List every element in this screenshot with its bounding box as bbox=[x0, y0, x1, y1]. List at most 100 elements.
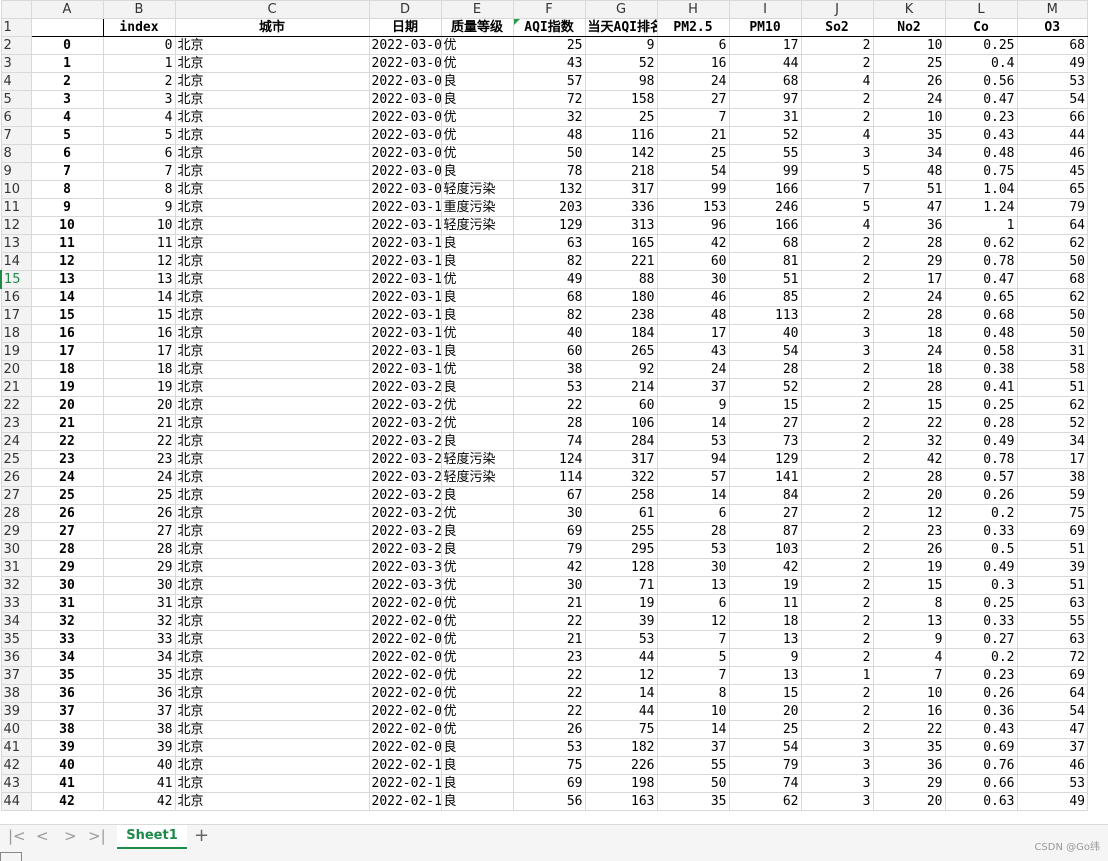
row-number[interactable]: 6 bbox=[0, 108, 32, 127]
cell[interactable]: 优 bbox=[440, 666, 514, 685]
cell[interactable]: 56 bbox=[512, 792, 586, 811]
cell[interactable]: 19 bbox=[30, 378, 104, 397]
cell[interactable]: 2 bbox=[800, 306, 874, 325]
cell[interactable]: 北京 bbox=[174, 36, 370, 55]
row-number[interactable]: 34 bbox=[0, 612, 32, 631]
cell[interactable]: 42 bbox=[872, 450, 946, 469]
cell[interactable]: 51 bbox=[728, 270, 802, 289]
cell[interactable]: 30 bbox=[30, 576, 104, 595]
cell[interactable]: 6 bbox=[656, 36, 730, 55]
cell[interactable]: 317 bbox=[584, 450, 658, 469]
cell[interactable]: 2022-03-09 00:00:00 bbox=[368, 180, 442, 199]
cell[interactable]: 北京 bbox=[174, 648, 370, 667]
cell[interactable]: 28 bbox=[30, 540, 104, 559]
cell[interactable]: 2 bbox=[800, 54, 874, 73]
row-number[interactable]: 36 bbox=[0, 648, 32, 667]
cell[interactable]: 2022-03-27 00:00:00 bbox=[368, 504, 442, 523]
cell[interactable]: 22 bbox=[872, 414, 946, 433]
cell[interactable]: 良 bbox=[440, 288, 514, 307]
cell[interactable]: 轻度污染 bbox=[440, 216, 514, 235]
cell[interactable]: 北京 bbox=[174, 90, 370, 109]
cell[interactable]: 2022-02-01 00:00:00 bbox=[368, 594, 442, 613]
cell[interactable]: 2022-03-06 00:00:00 bbox=[368, 126, 442, 145]
cell[interactable]: 2022-03-11 00:00:00 bbox=[368, 216, 442, 235]
cell[interactable]: 72 bbox=[512, 90, 586, 109]
cell[interactable]: 18 bbox=[728, 612, 802, 631]
cell[interactable]: 优 bbox=[440, 630, 514, 649]
cell[interactable]: 75 bbox=[512, 756, 586, 775]
cell[interactable]: 良 bbox=[440, 756, 514, 775]
cell[interactable]: 20 bbox=[728, 702, 802, 721]
column-header-l[interactable]: L bbox=[944, 0, 1018, 19]
cell[interactable]: 128 bbox=[584, 558, 658, 577]
cell[interactable]: 46 bbox=[656, 288, 730, 307]
cell[interactable]: 142 bbox=[584, 144, 658, 163]
cell[interactable]: 44 bbox=[728, 54, 802, 73]
cell[interactable]: 6 bbox=[656, 594, 730, 613]
cell[interactable]: 北京 bbox=[174, 126, 370, 145]
cell[interactable]: 12 bbox=[30, 252, 104, 271]
cell[interactable]: 6 bbox=[102, 144, 176, 163]
cell[interactable]: 39 bbox=[1016, 558, 1088, 577]
cell[interactable]: 18 bbox=[102, 360, 176, 379]
row-number[interactable]: 1 bbox=[0, 18, 32, 37]
cell[interactable]: 北京 bbox=[174, 108, 370, 127]
cell[interactable]: 0.43 bbox=[944, 720, 1018, 739]
cell[interactable]: 32 bbox=[102, 612, 176, 631]
cell[interactable]: 北京 bbox=[174, 180, 370, 199]
cell[interactable]: 68 bbox=[728, 72, 802, 91]
cell[interactable]: 16 bbox=[102, 324, 176, 343]
cell[interactable]: 0.23 bbox=[944, 108, 1018, 127]
cell[interactable]: 75 bbox=[1016, 504, 1088, 523]
cell[interactable]: 12 bbox=[656, 612, 730, 631]
cell[interactable]: 优 bbox=[440, 360, 514, 379]
cell[interactable]: 60 bbox=[656, 252, 730, 271]
cell[interactable]: 重度污染 bbox=[440, 198, 514, 217]
cell[interactable]: 2 bbox=[102, 72, 176, 91]
cell[interactable]: 2022-02-05 00:00:00 bbox=[368, 666, 442, 685]
cell[interactable]: 53 bbox=[512, 378, 586, 397]
cell[interactable]: 良 bbox=[440, 486, 514, 505]
cell[interactable]: 良 bbox=[440, 522, 514, 541]
cell[interactable]: 16 bbox=[656, 54, 730, 73]
cell[interactable]: 北京 bbox=[174, 630, 370, 649]
cell[interactable]: 13 bbox=[872, 612, 946, 631]
cell[interactable]: 2022-03-25 00:00:00 bbox=[368, 468, 442, 487]
cell[interactable]: 53 bbox=[1016, 72, 1088, 91]
cell[interactable]: 2022-03-16 00:00:00 bbox=[368, 306, 442, 325]
cell[interactable]: 2022-03-20 00:00:00 bbox=[368, 378, 442, 397]
cell[interactable]: 68 bbox=[728, 234, 802, 253]
cell[interactable]: 13 bbox=[656, 576, 730, 595]
cell[interactable]: 103 bbox=[728, 540, 802, 559]
cell[interactable]: 北京 bbox=[174, 792, 370, 811]
cell[interactable]: 29 bbox=[872, 252, 946, 271]
header-cell[interactable]: O3 bbox=[1016, 18, 1088, 37]
row-number[interactable]: 4 bbox=[0, 72, 32, 91]
cell[interactable]: 79 bbox=[1016, 198, 1088, 217]
cell[interactable]: 15 bbox=[728, 684, 802, 703]
cell[interactable]: 33 bbox=[102, 630, 176, 649]
cell[interactable]: 2022-03-02 00:00:00 bbox=[368, 54, 442, 73]
cell[interactable]: 23 bbox=[30, 450, 104, 469]
cell[interactable]: 24 bbox=[872, 90, 946, 109]
cell[interactable]: 36 bbox=[872, 756, 946, 775]
cell[interactable]: 2 bbox=[800, 630, 874, 649]
row-number[interactable]: 9 bbox=[0, 162, 32, 181]
cell[interactable]: 57 bbox=[656, 468, 730, 487]
cell[interactable]: 4 bbox=[800, 216, 874, 235]
cell[interactable]: 9 bbox=[30, 198, 104, 217]
row-number[interactable]: 29 bbox=[0, 522, 32, 541]
cell[interactable]: 2 bbox=[800, 486, 874, 505]
cell[interactable]: 14 bbox=[656, 486, 730, 505]
cell[interactable]: 66 bbox=[1016, 108, 1088, 127]
cell[interactable]: 54 bbox=[1016, 702, 1088, 721]
cell[interactable]: 40 bbox=[512, 324, 586, 343]
cell[interactable]: 良 bbox=[440, 162, 514, 181]
cell[interactable]: 9 bbox=[102, 198, 176, 217]
cell[interactable]: 2022-03-13 00:00:00 bbox=[368, 252, 442, 271]
cell[interactable]: 313 bbox=[584, 216, 658, 235]
cell[interactable]: 53 bbox=[656, 540, 730, 559]
cell[interactable]: 37 bbox=[102, 702, 176, 721]
cell[interactable]: 北京 bbox=[174, 270, 370, 289]
cell[interactable]: 116 bbox=[584, 126, 658, 145]
